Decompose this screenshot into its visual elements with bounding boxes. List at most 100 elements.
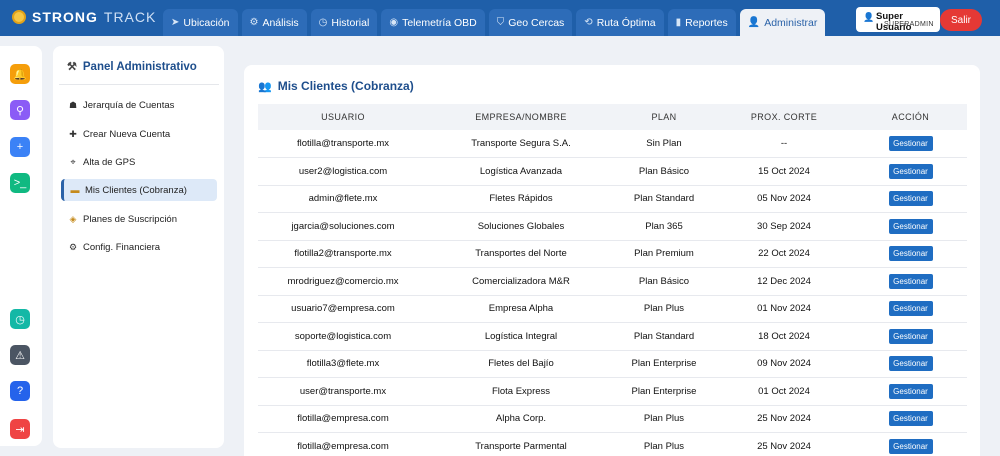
tag-icon: ◈ (69, 213, 77, 224)
user-info[interactable]: 👤 Super Usuario SUPERADMIN (856, 7, 940, 33)
credit-card-icon: ▬ (70, 185, 80, 195)
warning-icon[interactable]: ⚠ (10, 345, 30, 365)
cell-usuario: mrodriguez@comercio.mx (258, 267, 428, 296)
users-icon: 👥 (258, 80, 272, 93)
gestionar-button[interactable]: Gestionar (888, 356, 933, 372)
cell-empresa: Flota Express (428, 377, 614, 406)
cell-accion: Gestionar (854, 212, 967, 241)
table-row: flotilla@transporte.mx Transporte Segura … (258, 130, 967, 158)
gestionar-button[interactable]: Gestionar (888, 191, 933, 207)
table-row: soporte@logistica.com Logística Integral P… (258, 322, 967, 351)
cell-empresa: Alpha Corp. (428, 405, 614, 433)
tab-administrar[interactable]: 👤 Administrar (739, 9, 826, 36)
tab-ruta-optima[interactable]: ⟲ Ruta Óptima (576, 9, 664, 36)
cell-accion: Gestionar (854, 185, 967, 213)
route-icon: ⟲ (584, 17, 593, 28)
icon-rail: 🔔 ⚲ + >_ ◷ ⚠ ? ⇥ (0, 46, 42, 446)
gestionar-button[interactable]: Gestionar (888, 246, 933, 262)
tab-ubicacion[interactable]: ➤ Ubicación (163, 9, 238, 36)
sidebar-item-mis-clientes[interactable]: ▬ Mis Clientes (Cobranza) (61, 179, 217, 201)
cell-plan: Plan Standard (614, 322, 714, 351)
help-icon[interactable]: ? (10, 381, 30, 401)
gestionar-button[interactable]: Gestionar (888, 218, 933, 234)
cell-accion: Gestionar (854, 432, 967, 456)
tab-telemetria[interactable]: ◉ Telemetría OBD (381, 9, 485, 36)
cell-plan: Plan Básico (614, 157, 714, 186)
panel-title: ⚒ Panel Administrativo (67, 60, 197, 74)
tab-geo-cercas[interactable]: ⛉ Geo Cercas (488, 9, 573, 36)
sidebar-item-jerarquia[interactable]: ☗ Jerarquía de Cuentas (61, 94, 217, 116)
column-header-plan[interactable]: PLAN (614, 104, 714, 130)
gestionar-button[interactable]: Gestionar (888, 136, 933, 151)
table-row: usuario7@empresa.com Empresa Alpha Plan Pl… (258, 295, 967, 323)
location-pin-icon[interactable]: ⚲ (10, 100, 30, 120)
table-row: jgarcia@soluciones.com Soluciones Globale… (258, 212, 967, 241)
column-header-empresa[interactable]: EMPRESA/NOMBRE (428, 104, 614, 130)
cell-prox-corte: 18 Oct 2024 (714, 322, 854, 351)
cell-usuario: flotilla@empresa.com (258, 432, 428, 456)
cell-empresa: Soluciones Globales (428, 212, 614, 241)
cell-usuario: flotilla2@transporte.mx (258, 240, 428, 268)
cell-usuario: flotilla@transporte.mx (258, 130, 428, 158)
cell-accion: Gestionar (854, 322, 967, 351)
gestionar-button[interactable]: Gestionar (888, 328, 933, 344)
cell-prox-corte: 15 Oct 2024 (714, 157, 854, 186)
gestionar-button[interactable]: Gestionar (888, 301, 933, 317)
brand-primary: STRONG (32, 9, 98, 25)
bell-icon[interactable]: 🔔 (10, 64, 30, 84)
tools-icon: ⚒ (67, 61, 77, 73)
clients-table: USUARIO EMPRESA/NOMBRE PLAN PROX. CORTE … (258, 104, 967, 456)
admin-panel-sidebar: ⚒ Panel Administrativo ☗ Jerarquía de Cue… (53, 46, 224, 448)
gestionar-button[interactable]: Gestionar (888, 163, 933, 179)
table-header-row: USUARIO EMPRESA/NOMBRE PLAN PROX. CORTE … (258, 104, 967, 130)
cell-prox-corte: 09 Nov 2024 (714, 350, 854, 378)
sidebar-item-alta-gps[interactable]: ⌖ Alta de GPS (61, 151, 217, 173)
tab-historial[interactable]: ◷ Historial (310, 9, 378, 36)
gestionar-button[interactable]: Gestionar (888, 383, 933, 399)
send-icon: ➤ (171, 17, 180, 28)
cell-prox-corte: 01 Nov 2024 (714, 295, 854, 323)
app-logo[interactable]: STRONG TRACK (12, 9, 156, 25)
cell-empresa: Transporte Segura S.A. (428, 130, 614, 158)
terminal-icon[interactable]: >_ (10, 173, 30, 193)
tab-analisis[interactable]: ⚙ Análisis (241, 9, 307, 36)
clock-icon[interactable]: ◷ (10, 309, 30, 329)
cell-usuario: admin@flete.mx (258, 185, 428, 213)
cell-usuario: flotilla3@flete.mx (258, 350, 428, 378)
cell-empresa: Comercializadora M&R (428, 267, 614, 296)
gestionar-button[interactable]: Gestionar (888, 273, 933, 289)
column-header-prox-corte[interactable]: PROX. CORTE (714, 104, 854, 130)
logout-icon[interactable]: ⇥ (10, 419, 30, 439)
globe-icon (12, 10, 26, 24)
satellite-icon: ⌖ (70, 156, 76, 167)
table-row: user2@logistica.com Logística Avanzada Pla… (258, 157, 967, 186)
bar-chart-icon: ▮ (675, 17, 682, 28)
sidebar-item-config-financiera[interactable]: ⚙ Config. Financiera (61, 236, 217, 258)
cell-usuario: user2@logistica.com (258, 157, 428, 186)
gestionar-button[interactable]: Gestionar (888, 411, 933, 427)
main-tabs: ➤ Ubicación ⚙ Análisis ◷ Historial ◉ Telemet… (163, 9, 829, 36)
table-row: flotilla@empresa.com Transporte Parmental… (258, 432, 967, 456)
cell-plan: Plan Plus (614, 295, 714, 323)
column-header-accion: ACCIÓN (854, 104, 967, 130)
plus-icon: ✚ (69, 128, 77, 139)
cell-usuario: usuario7@empresa.com (258, 295, 428, 323)
top-navbar: STRONG TRACK ➤ Ubicación ⚙ Análisis ◷ Histo… (0, 0, 1000, 36)
cell-accion: Gestionar (854, 157, 967, 186)
sidebar-item-planes[interactable]: ◈ Planes de Suscripción (61, 208, 217, 230)
add-user-icon[interactable]: + (10, 137, 30, 157)
logout-button[interactable]: Salir (940, 9, 982, 31)
tab-reportes[interactable]: ▮ Reportes (667, 9, 736, 36)
sidebar-item-crear-cuenta[interactable]: ✚ Crear Nueva Cuenta (61, 123, 217, 145)
gauge-icon: ◉ (389, 17, 399, 28)
cell-plan: Plan 365 (614, 212, 714, 241)
gestionar-button[interactable]: Gestionar (888, 438, 933, 454)
user-role: SUPERADMIN (884, 21, 934, 28)
cell-empresa: Empresa Alpha (428, 295, 614, 323)
cell-accion: Gestionar (854, 240, 967, 268)
column-header-usuario[interactable]: USUARIO (258, 104, 428, 130)
cell-plan: Plan Enterprise (614, 350, 714, 378)
cell-usuario: flotilla@empresa.com (258, 405, 428, 433)
cell-prox-corte: 30 Sep 2024 (714, 212, 854, 241)
cell-usuario: soporte@logistica.com (258, 322, 428, 351)
